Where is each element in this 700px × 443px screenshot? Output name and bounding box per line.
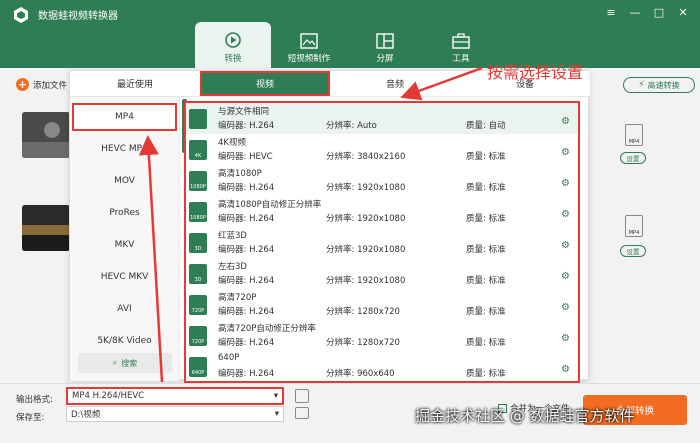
save-path-value: D:\视频	[71, 410, 101, 420]
output-format-value: MP4 H.264/HEVC	[72, 391, 145, 401]
folder-icon[interactable]	[295, 407, 309, 419]
save-path-select[interactable]: D:\视频 ▾	[66, 406, 284, 422]
output-format-select[interactable]: MP4 H.264/HEVC ▾	[66, 387, 284, 405]
output-settings-icon[interactable]	[295, 389, 309, 403]
annotation-text: 按需选择设置	[487, 63, 584, 82]
watermark-text: 掘金技术社区 @ 数据蛙官方软件	[415, 407, 635, 425]
save-to-label: 保存至:	[16, 413, 45, 423]
output-format-label: 输出格式:	[16, 395, 53, 405]
annotation-arrows	[138, 66, 483, 383]
chevron-down-icon: ▾	[274, 409, 279, 419]
chevron-down-icon: ▾	[273, 391, 278, 401]
